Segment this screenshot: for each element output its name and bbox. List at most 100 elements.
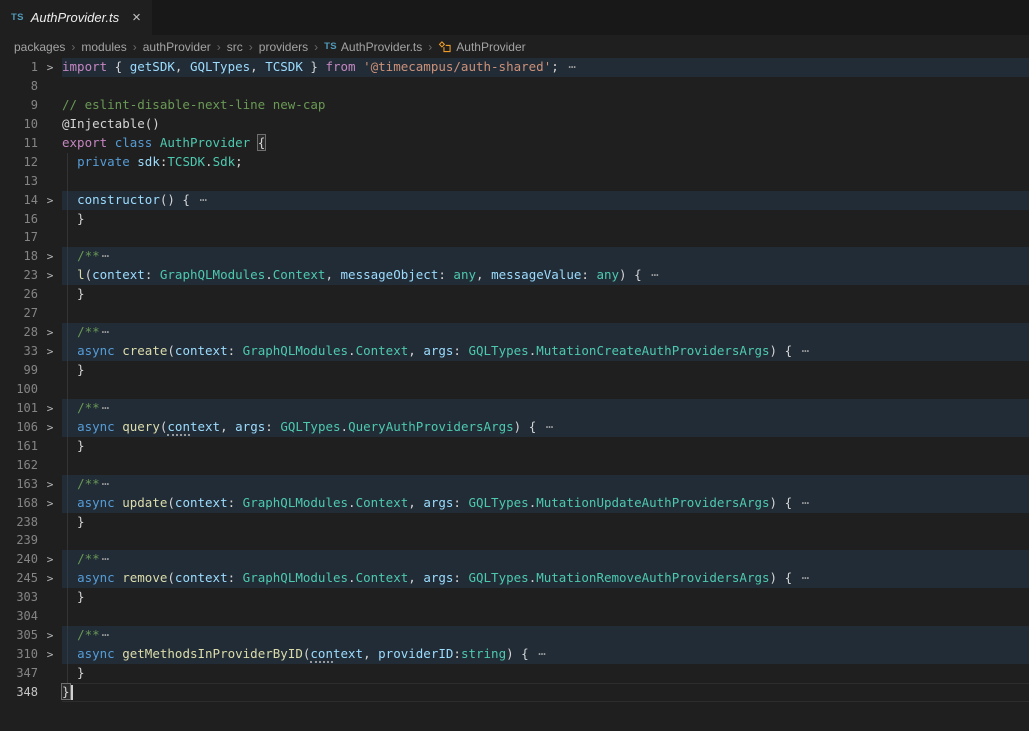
class-symbol-icon — [438, 40, 452, 54]
fold-ellipsis[interactable]: ⋯ — [800, 495, 810, 510]
code-line[interactable]: 304 — [0, 607, 1029, 626]
breadcrumb-separator-icon: › — [133, 40, 137, 54]
breadcrumb-item[interactable]: modules — [81, 40, 126, 54]
code-token: ) { — [770, 343, 800, 358]
typescript-file-icon: TS — [11, 12, 24, 23]
fold-ellipsis[interactable]: ⋯ — [800, 343, 810, 358]
code-line[interactable]: 163> /**⋯ — [0, 475, 1029, 494]
breadcrumb-item[interactable]: TSAuthProvider.ts — [324, 40, 422, 54]
code-token: GQLTypes — [280, 419, 340, 434]
code-token — [62, 476, 77, 491]
code-line[interactable]: 10@Injectable() — [0, 115, 1029, 134]
fold-ellipsis[interactable]: ⋯ — [100, 627, 110, 642]
code-token — [62, 646, 77, 661]
code-line[interactable]: 1>import { getSDK, GQLTypes, TCSDK } fro… — [0, 58, 1029, 77]
code-line[interactable]: 101> /**⋯ — [0, 399, 1029, 418]
code-token: import — [62, 59, 107, 74]
breadcrumb-separator-icon: › — [71, 40, 75, 54]
code-editor[interactable]: 1>import { getSDK, GQLTypes, TCSDK } fro… — [0, 58, 1029, 702]
fold-ellipsis[interactable]: ⋯ — [566, 59, 576, 74]
code-line[interactable]: 18> /**⋯ — [0, 247, 1029, 266]
code-line[interactable]: 12 private sdk:TCSDK.Sdk; — [0, 153, 1029, 172]
line-number: 12 — [0, 153, 38, 172]
fold-ellipsis[interactable]: ⋯ — [800, 570, 810, 585]
code-token: l — [77, 267, 85, 282]
code-token: Sdk — [213, 154, 236, 169]
code-line[interactable]: 33> async create(context: GraphQLModules… — [0, 342, 1029, 361]
fold-ellipsis[interactable]: ⋯ — [100, 476, 110, 491]
line-number: 238 — [0, 513, 38, 532]
code-token — [250, 135, 258, 150]
code-line[interactable]: 14> constructor() { ⋯ — [0, 191, 1029, 210]
code-token: ( — [167, 343, 175, 358]
fold-ellipsis[interactable]: ⋯ — [100, 248, 110, 263]
fold-chevron-icon[interactable]: > — [38, 324, 62, 343]
code-token: . — [348, 343, 356, 358]
code-line[interactable]: 26 } — [0, 285, 1029, 304]
fold-chevron-icon[interactable]: > — [38, 59, 62, 78]
fold-chevron-icon[interactable]: > — [38, 495, 62, 514]
line-number: 303 — [0, 588, 38, 607]
breadcrumb-item[interactable]: packages — [14, 40, 65, 54]
fold-chevron-icon[interactable]: > — [38, 419, 62, 438]
fold-ellipsis[interactable]: ⋯ — [536, 646, 546, 661]
code-line[interactable]: 16 } — [0, 210, 1029, 229]
fold-ellipsis[interactable]: ⋯ — [649, 267, 659, 282]
fold-ellipsis[interactable]: ⋯ — [544, 419, 554, 434]
line-number: 11 — [0, 134, 38, 153]
fold-chevron-icon[interactable]: > — [38, 646, 62, 665]
code-line[interactable]: 168> async update(context: GraphQLModule… — [0, 494, 1029, 513]
breadcrumb-item[interactable]: providers — [259, 40, 308, 54]
breadcrumb-item[interactable]: AuthProvider — [438, 40, 525, 54]
fold-chevron-icon[interactable]: > — [38, 476, 62, 495]
fold-chevron-icon[interactable]: > — [38, 627, 62, 646]
line-number: 347 — [0, 664, 38, 683]
code-token: , — [476, 267, 491, 282]
close-icon[interactable]: × — [132, 10, 141, 25]
code-token: : — [228, 495, 243, 510]
code-line[interactable]: 27 — [0, 304, 1029, 323]
code-line[interactable]: 238 } — [0, 513, 1029, 532]
code-line[interactable]: 13 — [0, 172, 1029, 191]
code-token: // eslint-disable-next-line new-cap — [62, 97, 325, 112]
tab-authprovider[interactable]: TS AuthProvider.ts × — [0, 0, 152, 35]
code-line[interactable]: 347 } — [0, 664, 1029, 683]
code-line[interactable]: 8 — [0, 77, 1029, 96]
code-line[interactable]: 100 — [0, 380, 1029, 399]
code-line[interactable]: 310> async getMethodsInProviderByID(cont… — [0, 645, 1029, 664]
code-line[interactable]: 305> /**⋯ — [0, 626, 1029, 645]
breadcrumb-item[interactable]: src — [227, 40, 243, 54]
breadcrumb-item[interactable]: authProvider — [143, 40, 211, 54]
code-line[interactable]: 28> /**⋯ — [0, 323, 1029, 342]
code-line[interactable]: 9// eslint-disable-next-line new-cap — [0, 96, 1029, 115]
fold-chevron-icon[interactable]: > — [38, 192, 62, 211]
line-number: 348 — [0, 683, 38, 702]
code-line[interactable]: 303 } — [0, 588, 1029, 607]
fold-ellipsis[interactable]: ⋯ — [100, 551, 110, 566]
line-number: 27 — [0, 304, 38, 323]
code-line[interactable]: 161 } — [0, 437, 1029, 456]
fold-chevron-icon[interactable]: > — [38, 570, 62, 589]
code-line[interactable]: 245> async remove(context: GraphQLModule… — [0, 569, 1029, 588]
fold-chevron-icon[interactable]: > — [38, 400, 62, 419]
code-line[interactable]: 239 — [0, 531, 1029, 550]
fold-chevron-icon[interactable]: > — [38, 343, 62, 362]
fold-ellipsis[interactable]: ⋯ — [100, 400, 110, 415]
fold-ellipsis[interactable]: ⋯ — [100, 324, 110, 339]
code-line[interactable]: 17 — [0, 228, 1029, 247]
code-line[interactable]: 240> /**⋯ — [0, 550, 1029, 569]
code-token: /** — [77, 551, 100, 566]
code-line[interactable]: 99 } — [0, 361, 1029, 380]
line-number: 310 — [0, 645, 38, 664]
code-line[interactable]: 23> l(context: GraphQLModules.Context, m… — [0, 266, 1029, 285]
fold-chevron-icon[interactable]: > — [38, 551, 62, 570]
code-line[interactable]: 11export class AuthProvider { — [0, 134, 1029, 153]
fold-chevron-icon[interactable]: > — [38, 267, 62, 286]
fold-ellipsis[interactable]: ⋯ — [198, 192, 208, 207]
code-line[interactable]: 106> async query(context, args: GQLTypes… — [0, 418, 1029, 437]
code-token: from — [325, 59, 355, 74]
code-line[interactable]: 162 — [0, 456, 1029, 475]
fold-chevron-icon[interactable]: > — [38, 248, 62, 267]
breadcrumb-separator-icon: › — [428, 40, 432, 54]
code-line[interactable]: 348} — [0, 683, 1029, 702]
